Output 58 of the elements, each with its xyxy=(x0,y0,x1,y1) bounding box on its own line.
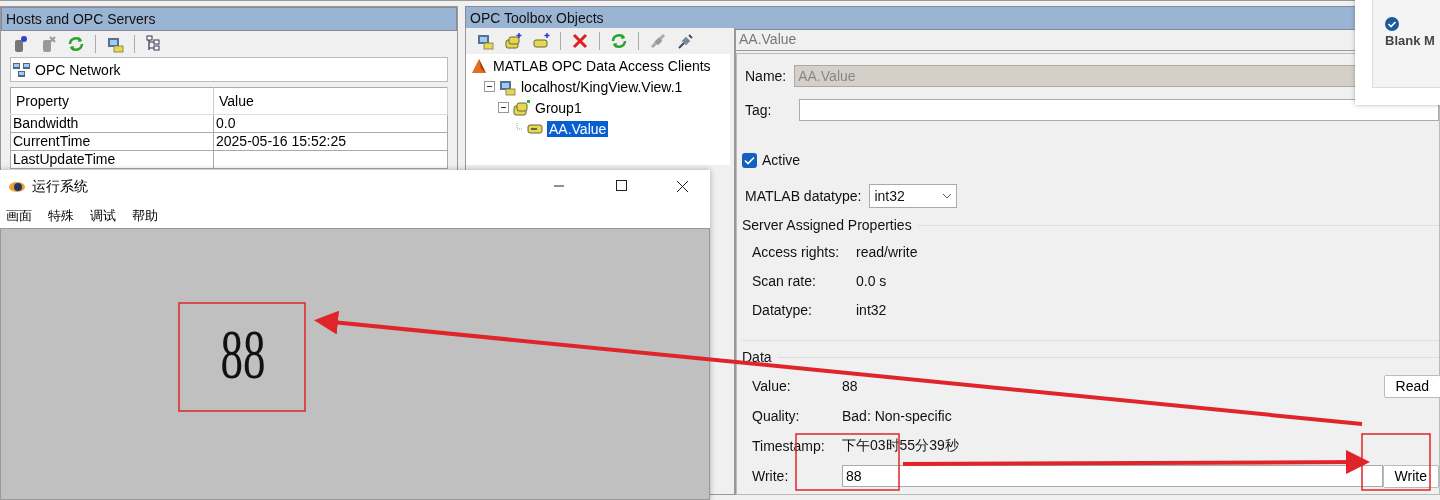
display-value: 88 xyxy=(220,315,266,395)
menu-item[interactable]: 特殊 xyxy=(48,206,74,225)
tree-item[interactable]: MATLAB OPC Data Access Clients xyxy=(491,57,713,74)
item-label: Blank M xyxy=(1385,33,1436,48)
field-label: Value: xyxy=(752,378,792,394)
field-label: Tag: xyxy=(745,102,773,118)
connect-icon[interactable] xyxy=(677,32,695,50)
tree-item[interactable]: localhost/KingView.View.1 xyxy=(519,78,685,95)
checkmark-icon xyxy=(744,155,755,165)
data-value: 88 xyxy=(842,378,859,394)
field-label: Access rights: xyxy=(752,243,841,260)
column-header: Property xyxy=(10,87,214,115)
datatype-dropdown[interactable]: int32 xyxy=(869,184,958,208)
panel-title: Hosts and OPC Servers xyxy=(1,7,457,31)
read-button[interactable]: Read xyxy=(1383,374,1440,398)
hierarchy-icon[interactable] xyxy=(145,35,163,53)
add-group-icon[interactable] xyxy=(504,32,522,50)
checkbox-label: Active xyxy=(762,152,801,168)
column-header: Value xyxy=(213,87,448,115)
property-value: 0.0 s xyxy=(856,272,888,289)
menu-item[interactable]: 画面 xyxy=(6,206,32,225)
tree-item[interactable]: AA.Value xyxy=(547,120,609,137)
field-label: MATLAB datatype: xyxy=(745,188,862,204)
network-icon xyxy=(12,60,32,79)
group-icon xyxy=(512,98,530,117)
tree-item[interactable]: OPC Network xyxy=(35,61,121,78)
maximize-icon[interactable] xyxy=(613,180,627,193)
active-checkbox[interactable] xyxy=(742,152,757,168)
chevron-down-icon xyxy=(942,193,953,199)
window-title: 运行系统 xyxy=(32,177,88,196)
close-icon[interactable] xyxy=(675,180,689,193)
client-icon[interactable] xyxy=(476,32,494,50)
highlight-box xyxy=(1361,433,1431,491)
section-title: Data xyxy=(742,349,772,365)
write-button[interactable]: Write xyxy=(1382,464,1439,488)
refresh-icon[interactable] xyxy=(67,35,85,53)
property-value: int32 xyxy=(856,301,888,318)
menu-item[interactable]: 帮助 xyxy=(132,206,158,225)
write-field[interactable]: 88 xyxy=(842,465,1383,487)
tag-field[interactable] xyxy=(799,99,1439,121)
add-item-icon[interactable] xyxy=(532,32,550,50)
section-title: Server Assigned Properties xyxy=(742,217,912,233)
collapse-icon[interactable] xyxy=(484,81,495,92)
menu-item[interactable]: 调试 xyxy=(90,206,116,225)
property-value: read/write xyxy=(856,243,919,260)
tree-item[interactable]: Group1 xyxy=(533,99,584,116)
field-label: Scan rate: xyxy=(752,272,817,289)
field-label: Quality: xyxy=(752,408,801,424)
refresh-icon[interactable] xyxy=(610,32,628,50)
delete-icon[interactable] xyxy=(571,32,589,50)
collapse-icon[interactable] xyxy=(498,102,509,113)
client-icon[interactable] xyxy=(106,35,124,53)
data-value: Bad: Non-specific xyxy=(842,408,953,424)
check-circle-icon xyxy=(1385,17,1399,31)
eye-icon xyxy=(8,180,26,193)
field-label: Name: xyxy=(745,68,787,84)
field-label: Write: xyxy=(752,468,790,484)
field-label: Datatype: xyxy=(752,301,813,318)
